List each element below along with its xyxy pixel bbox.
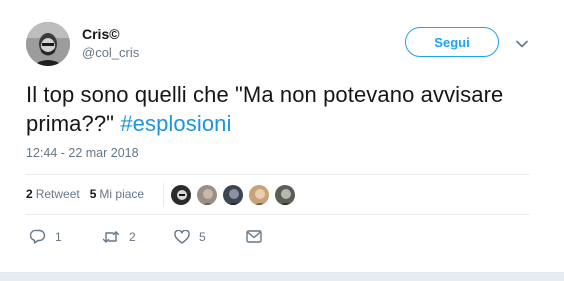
liker-photo bbox=[171, 185, 191, 205]
hashtag-link[interactable]: #esplosioni bbox=[120, 111, 231, 136]
direct-message-button[interactable] bbox=[246, 230, 262, 243]
reply-icon bbox=[30, 229, 46, 244]
liker-avatar[interactable] bbox=[196, 184, 218, 206]
tweet-actions: 1 2 5 bbox=[30, 229, 262, 244]
retweet-count: 2 bbox=[129, 229, 136, 244]
like-count: 5 bbox=[199, 229, 206, 244]
user-name[interactable]: Cris© bbox=[82, 26, 120, 42]
more-options-button[interactable] bbox=[513, 35, 531, 53]
liker-photo bbox=[249, 185, 269, 205]
retweet-stat-label: Retweet bbox=[35, 187, 80, 201]
reply-button[interactable]: 1 bbox=[30, 229, 102, 244]
user-handle[interactable]: @col_cris bbox=[82, 45, 139, 60]
liker-avatar[interactable] bbox=[222, 184, 244, 206]
envelope-icon bbox=[246, 230, 262, 243]
timeline-separator bbox=[0, 272, 564, 281]
tweet-timestamp[interactable]: 12:44 - 22 mar 2018 bbox=[26, 146, 139, 160]
divider bbox=[26, 174, 530, 175]
avatar-photo bbox=[26, 22, 70, 66]
tweet-card: Cris© @col_cris Segui Il top sono quelli… bbox=[0, 0, 564, 272]
liker-avatar[interactable] bbox=[274, 184, 296, 206]
divider bbox=[26, 214, 530, 215]
follow-button[interactable]: Segui bbox=[405, 27, 499, 57]
liker-photo bbox=[197, 185, 217, 205]
liker-avatar[interactable] bbox=[248, 184, 270, 206]
like-stat-count: 5 bbox=[89, 187, 97, 201]
tweet-stats: 2 Retweet 5 Mi piace bbox=[26, 187, 154, 201]
liker-avatar[interactable] bbox=[170, 184, 192, 206]
retweet-icon bbox=[102, 230, 120, 243]
tweet-body: Il top sono quelli che "Ma non potevano … bbox=[26, 82, 504, 136]
like-stat[interactable]: 5 Mi piace bbox=[90, 187, 144, 201]
tweet-text: Il top sono quelli che "Ma non potevano … bbox=[26, 80, 546, 138]
like-stat-label: Mi piace bbox=[99, 187, 145, 201]
heart-icon bbox=[174, 229, 190, 244]
retweet-stat[interactable]: 2 Retweet bbox=[26, 187, 80, 201]
retweet-button[interactable]: 2 bbox=[102, 230, 174, 244]
user-avatar[interactable] bbox=[26, 22, 70, 66]
reply-count: 1 bbox=[55, 229, 62, 244]
chevron-down-icon bbox=[516, 40, 528, 48]
likers-avatars bbox=[170, 184, 300, 206]
liker-photo bbox=[223, 185, 243, 205]
liker-photo bbox=[275, 185, 295, 205]
like-button[interactable]: 5 bbox=[174, 229, 246, 244]
retweet-stat-count: 2 bbox=[26, 187, 33, 201]
stats-separator bbox=[163, 183, 164, 207]
